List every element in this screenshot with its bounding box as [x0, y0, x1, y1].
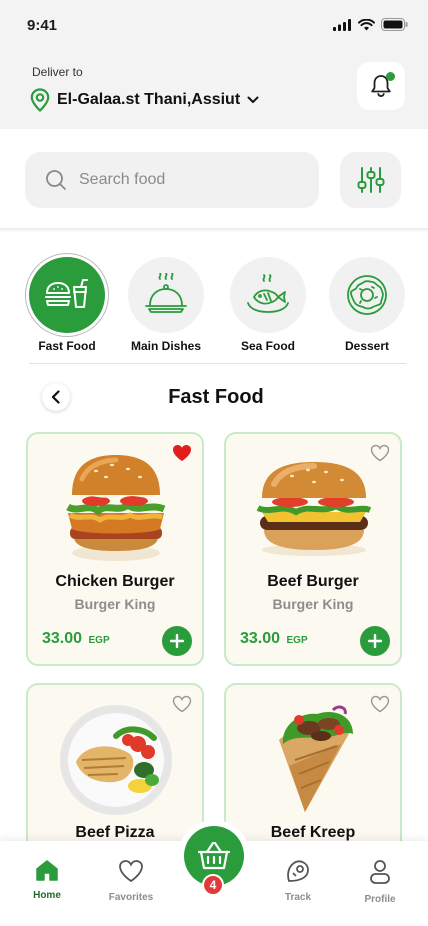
- map-pin-icon: [287, 860, 309, 882]
- category-label: Fast Food: [38, 339, 96, 353]
- fast-food-icon: [45, 279, 88, 308]
- price-value: 33.00: [42, 630, 83, 647]
- fish-icon: [247, 274, 289, 313]
- home-icon: [36, 860, 58, 881]
- status-time: 9:41: [27, 17, 58, 34]
- category-label: Sea Food: [240, 339, 295, 353]
- location-text: El-Galaa.st Thani,Assiut: [57, 91, 241, 108]
- status-icons: [333, 18, 408, 31]
- product-brand: Burger King: [74, 596, 156, 612]
- search-bar[interactable]: [25, 152, 319, 208]
- deliver-label: Deliver to: [32, 65, 83, 79]
- header: 9:41 Deliver to El-Galaa.st Thani,Assiut: [0, 0, 428, 129]
- plus-icon: [170, 634, 184, 648]
- category-label: Main Dishes: [130, 339, 202, 353]
- nav-favorites[interactable]: Favorites: [96, 859, 166, 903]
- search-icon: [46, 170, 66, 190]
- notification-dot: [386, 72, 395, 81]
- category-fast-food[interactable]: Fast Food: [22, 254, 112, 353]
- sliders-icon: [357, 167, 384, 193]
- category-circle: [230, 257, 306, 333]
- product-price: 33.00 EGP: [42, 630, 110, 648]
- price-value: 33.00: [240, 630, 281, 647]
- add-to-cart-button[interactable]: [360, 626, 390, 656]
- product-name: Beef Pizza: [75, 824, 155, 841]
- nav-home[interactable]: Home: [12, 859, 82, 901]
- product-price: 33.00 EGP: [240, 630, 308, 648]
- price-currency: EGP: [88, 635, 110, 646]
- nav-label: Profile: [364, 894, 396, 905]
- product-card[interactable]: Chicken Burger Burger King 33.00 EGP: [26, 432, 204, 666]
- user-icon: [370, 860, 390, 884]
- chicken-burger-image: [42, 448, 190, 568]
- category-circle: [128, 257, 204, 333]
- wifi-icon: [358, 18, 375, 30]
- nav-label: Home: [33, 890, 61, 901]
- filter-button[interactable]: [340, 152, 401, 208]
- battery-icon: [381, 18, 408, 31]
- nav-track[interactable]: Track: [263, 859, 333, 903]
- heart-icon: [119, 860, 143, 883]
- category-circle: [329, 257, 405, 333]
- product-card[interactable]: Beef Burger Burger King 33.00 EGP: [224, 432, 402, 666]
- nav-label: Favorites: [108, 892, 154, 903]
- category-sea-food[interactable]: Sea Food: [223, 254, 313, 353]
- donut-icon: [347, 275, 387, 315]
- section-title: Fast Food: [168, 386, 264, 408]
- cloche-icon: [145, 273, 187, 313]
- nav-label: Track: [284, 892, 312, 903]
- nav-profile[interactable]: Profile: [345, 859, 415, 905]
- category-list: Fast Food Main Dishes Sea Food Dessert: [0, 254, 428, 354]
- plus-icon: [368, 634, 382, 648]
- chevron-down-icon: [247, 96, 259, 103]
- category-label: Dessert: [344, 339, 390, 353]
- add-to-cart-button[interactable]: [162, 626, 192, 656]
- location-selector[interactable]: El-Galaa.st Thani,Assiut: [30, 88, 259, 112]
- header-divider: [0, 228, 428, 232]
- wrap-image: [240, 699, 388, 819]
- basket-icon: [197, 841, 231, 870]
- signal-icon: [333, 18, 351, 31]
- location-pin-icon: [30, 88, 50, 112]
- search-input[interactable]: [79, 171, 279, 189]
- product-brand: Burger King: [272, 596, 354, 612]
- category-circle: [29, 257, 105, 333]
- product-name: Beef Burger: [267, 573, 359, 590]
- cart-count-badge: 4: [202, 874, 224, 896]
- category-dessert[interactable]: Dessert: [322, 254, 412, 353]
- notifications-button[interactable]: [357, 62, 405, 110]
- price-currency: EGP: [286, 635, 308, 646]
- category-divider: [29, 363, 406, 364]
- product-name: Beef Kreep: [270, 824, 356, 841]
- category-main-dishes[interactable]: Main Dishes: [121, 254, 211, 353]
- grilled-fish-plate-image: [42, 699, 190, 819]
- product-name: Chicken Burger: [55, 573, 175, 590]
- beef-burger-image: [240, 448, 388, 568]
